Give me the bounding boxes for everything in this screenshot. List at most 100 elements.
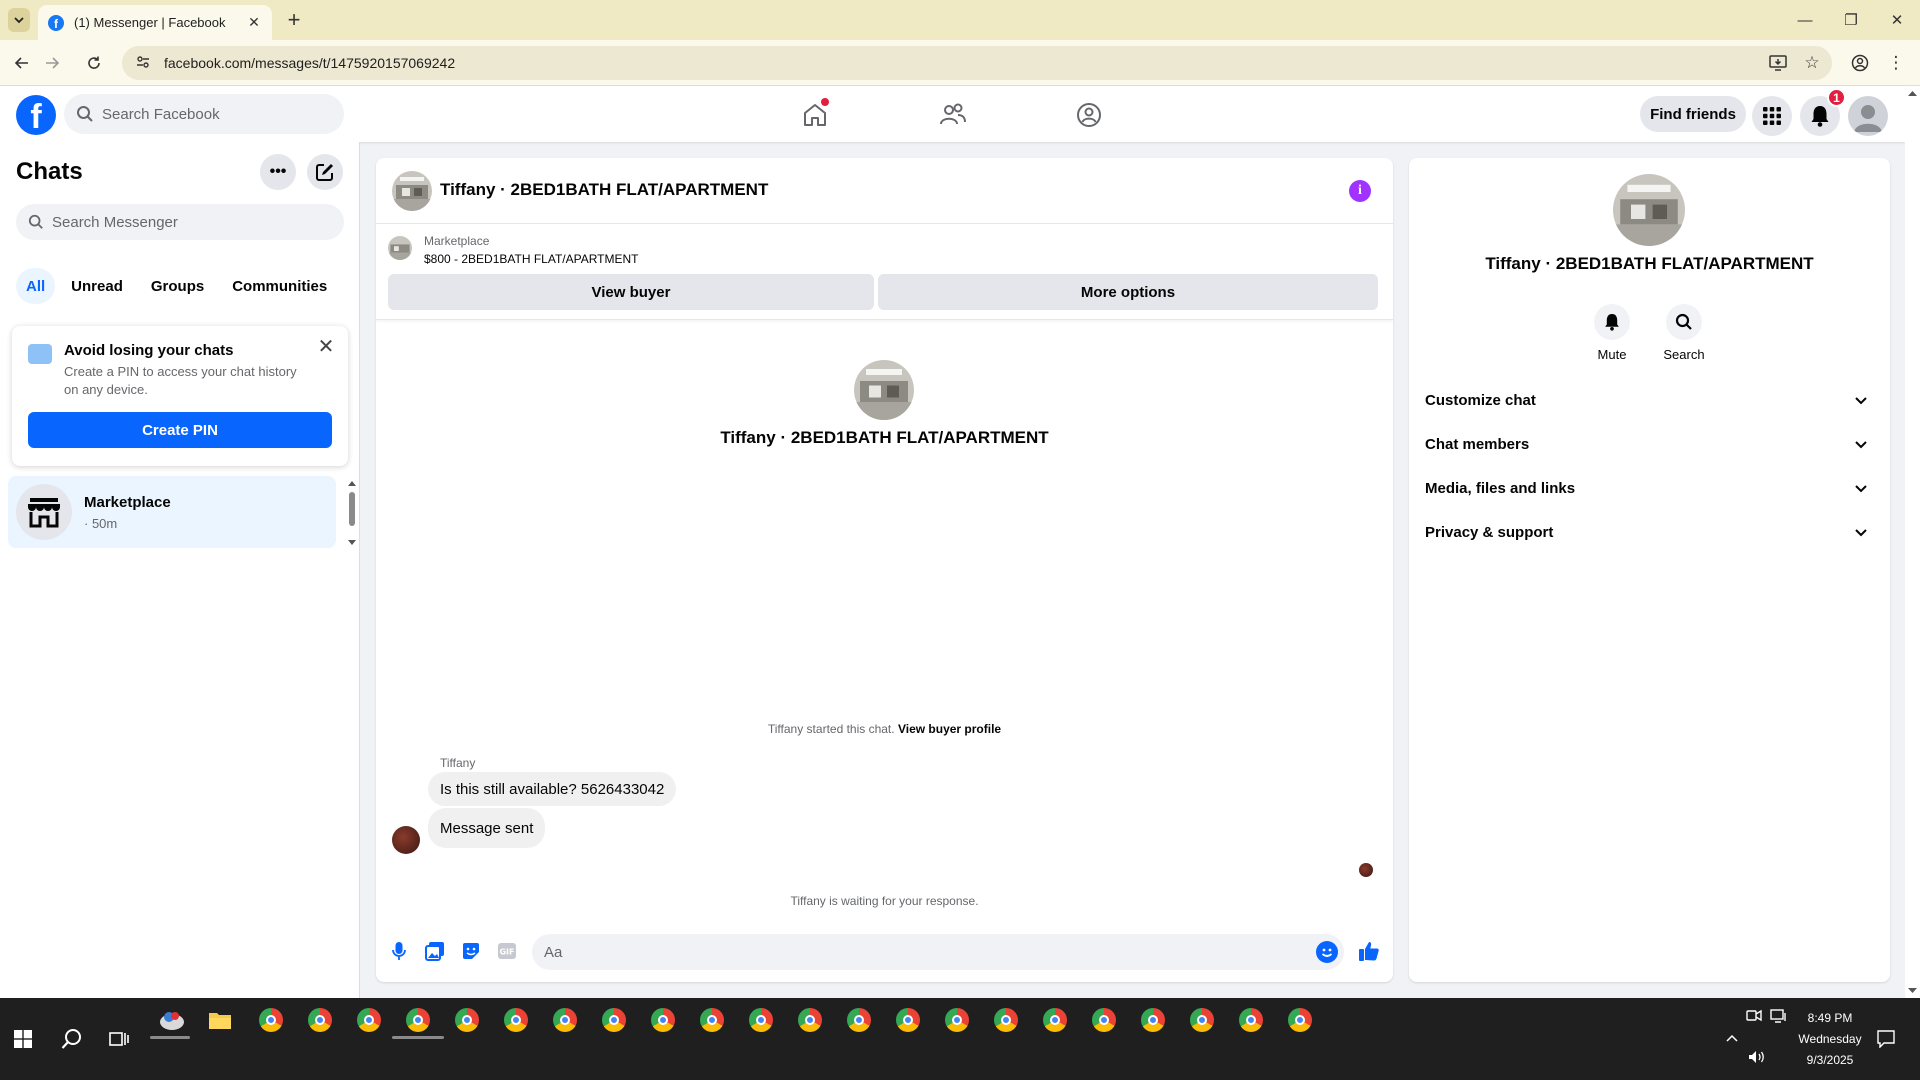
- close-window-button[interactable]: ✕: [1874, 6, 1920, 34]
- view-buyer-button[interactable]: View buyer: [388, 274, 874, 310]
- message-bubble[interactable]: Is this still available? 5626433042: [428, 772, 677, 806]
- chrome-taskbar-icon[interactable]: [893, 1005, 923, 1035]
- messenger-search[interactable]: [16, 204, 344, 240]
- conversation-info-icon[interactable]: i: [1349, 180, 1371, 202]
- chrome-taskbar-icon[interactable]: [550, 1005, 580, 1035]
- filter-tab-all[interactable]: All: [16, 268, 56, 304]
- customize-chat-section[interactable]: Customize chat: [1425, 378, 1874, 422]
- message-bubble[interactable]: Message sent: [428, 808, 546, 848]
- privacy-support-section[interactable]: Privacy & support: [1425, 510, 1874, 554]
- windows-start-icon[interactable]: [8, 1024, 38, 1054]
- chat-members-section[interactable]: Chat members: [1425, 422, 1874, 466]
- chat-list-item-marketplace[interactable]: Marketplace · 50m: [8, 476, 336, 548]
- attach-photo-button[interactable]: [424, 940, 446, 962]
- chrome-taskbar-icon[interactable]: [1040, 1005, 1070, 1035]
- reload-button[interactable]: [80, 49, 108, 77]
- network-icon[interactable]: [1770, 1009, 1788, 1026]
- chrome-taskbar-icon[interactable]: [256, 1005, 286, 1035]
- site-info-icon[interactable]: [136, 55, 150, 72]
- back-button[interactable]: [8, 49, 36, 77]
- conversation-title[interactable]: Tiffany · 2BED1BATH FLAT/APARTMENT: [440, 180, 768, 200]
- minimize-button[interactable]: —: [1782, 6, 1828, 34]
- new-message-button[interactable]: [307, 154, 343, 190]
- media-files-links-section[interactable]: Media, files and links: [1425, 466, 1874, 510]
- facebook-logo-icon[interactable]: f: [16, 95, 56, 135]
- contact-avatar-info: [1613, 174, 1685, 246]
- filter-tab-groups[interactable]: Groups: [139, 268, 216, 304]
- chat-options-button[interactable]: •••: [260, 154, 296, 190]
- file-explorer-icon[interactable]: [205, 1005, 235, 1035]
- account-avatar[interactable]: [1848, 96, 1888, 136]
- show-hidden-icons[interactable]: [1725, 1030, 1739, 1046]
- chrome-taskbar-icon[interactable]: [1138, 1005, 1168, 1035]
- listing-title[interactable]: $800 - 2BED1BATH FLAT/APARTMENT: [424, 252, 639, 266]
- forward-button[interactable]: [38, 49, 66, 77]
- search-action[interactable]: Search: [1654, 304, 1714, 362]
- chrome-taskbar-icon[interactable]: [1187, 1005, 1217, 1035]
- bookmark-star-icon[interactable]: ☆: [1798, 49, 1826, 77]
- sender-avatar[interactable]: [392, 826, 420, 854]
- new-tab-button[interactable]: +: [282, 8, 306, 32]
- message-composer[interactable]: [532, 934, 1344, 970]
- voice-clip-button[interactable]: [388, 940, 410, 962]
- gif-button[interactable]: GIF: [496, 940, 518, 962]
- meet-now-icon[interactable]: [1746, 1009, 1762, 1026]
- home-nav-button[interactable]: [799, 98, 831, 130]
- friends-nav-button[interactable]: [937, 100, 969, 130]
- taskbar-clock[interactable]: 8:49 PM Wednesday 9/3/2025: [1790, 1008, 1870, 1071]
- notification-center-icon[interactable]: [1877, 1030, 1895, 1051]
- tab-close-icon[interactable]: ✕: [246, 14, 262, 31]
- more-options-button[interactable]: More options: [878, 274, 1378, 310]
- chrome-taskbar-icon[interactable]: [844, 1005, 874, 1035]
- sidebar-scrollbar[interactable]: [346, 478, 358, 548]
- restore-button[interactable]: ❐: [1828, 6, 1874, 34]
- chrome-taskbar-icon[interactable]: [648, 1005, 678, 1035]
- chrome-taskbar-icon[interactable]: [942, 1005, 972, 1035]
- mute-action[interactable]: Mute: [1582, 304, 1642, 362]
- menu-button[interactable]: [1752, 96, 1792, 136]
- sticker-button[interactable]: [460, 940, 482, 962]
- facebook-search[interactable]: [64, 94, 344, 134]
- groups-nav-button[interactable]: [1073, 100, 1105, 130]
- page-scrollbar[interactable]: [1905, 86, 1920, 998]
- install-app-icon[interactable]: [1764, 49, 1792, 77]
- chrome-taskbar-icon[interactable]: [403, 1005, 433, 1035]
- facebook-search-input[interactable]: [102, 105, 322, 123]
- volume-icon[interactable]: [1748, 1050, 1766, 1067]
- profile-icon[interactable]: [1846, 49, 1874, 77]
- search-icon: [1666, 304, 1702, 340]
- filter-tab-unread[interactable]: Unread: [59, 268, 135, 304]
- view-buyer-profile-link[interactable]: View buyer profile: [898, 722, 1001, 736]
- send-like-button[interactable]: [1358, 940, 1380, 962]
- chrome-taskbar-icon[interactable]: [1236, 1005, 1266, 1035]
- task-view-icon[interactable]: [104, 1024, 134, 1054]
- chrome-taskbar-icon[interactable]: [501, 1005, 531, 1035]
- notifications-button[interactable]: 1: [1800, 88, 1846, 136]
- chrome-taskbar-icon[interactable]: [746, 1005, 776, 1035]
- browser-tab-messenger[interactable]: f (1) Messenger | Facebook ✕: [38, 5, 272, 40]
- filter-tab-communities[interactable]: Communities: [220, 268, 339, 304]
- messenger-search-input[interactable]: [52, 213, 322, 231]
- browser-menu-icon[interactable]: ⋮: [1882, 49, 1910, 77]
- message-input[interactable]: [544, 943, 1304, 961]
- chrome-taskbar-icon[interactable]: [599, 1005, 629, 1035]
- close-icon[interactable]: ✕: [314, 334, 338, 358]
- chrome-taskbar-icon[interactable]: [697, 1005, 727, 1035]
- chrome-taskbar-icon[interactable]: [1089, 1005, 1119, 1035]
- chrome-taskbar-icon[interactable]: [991, 1005, 1021, 1035]
- find-friends-button[interactable]: Find friends: [1640, 96, 1746, 132]
- taskbar-app-icon[interactable]: [157, 1005, 187, 1035]
- marketplace-store-icon: [16, 484, 72, 540]
- chrome-taskbar-icon[interactable]: [305, 1005, 335, 1035]
- chrome-taskbar-icon[interactable]: [452, 1005, 482, 1035]
- chrome-taskbar-icon[interactable]: [795, 1005, 825, 1035]
- chrome-taskbar-icon[interactable]: [354, 1005, 384, 1035]
- create-pin-button[interactable]: Create PIN: [28, 412, 332, 448]
- chrome-taskbar-icon[interactable]: [1285, 1005, 1315, 1035]
- listing-avatar[interactable]: [392, 171, 432, 211]
- tab-search-button[interactable]: [8, 8, 30, 32]
- address-bar[interactable]: facebook.com/messages/t/1475920157069242: [122, 46, 1832, 80]
- emoji-icon[interactable]: [1316, 941, 1338, 963]
- conversation-info-panel: Tiffany · 2BED1BATH FLAT/APARTMENT Mute …: [1409, 158, 1890, 982]
- taskbar-search-icon[interactable]: [57, 1024, 87, 1054]
